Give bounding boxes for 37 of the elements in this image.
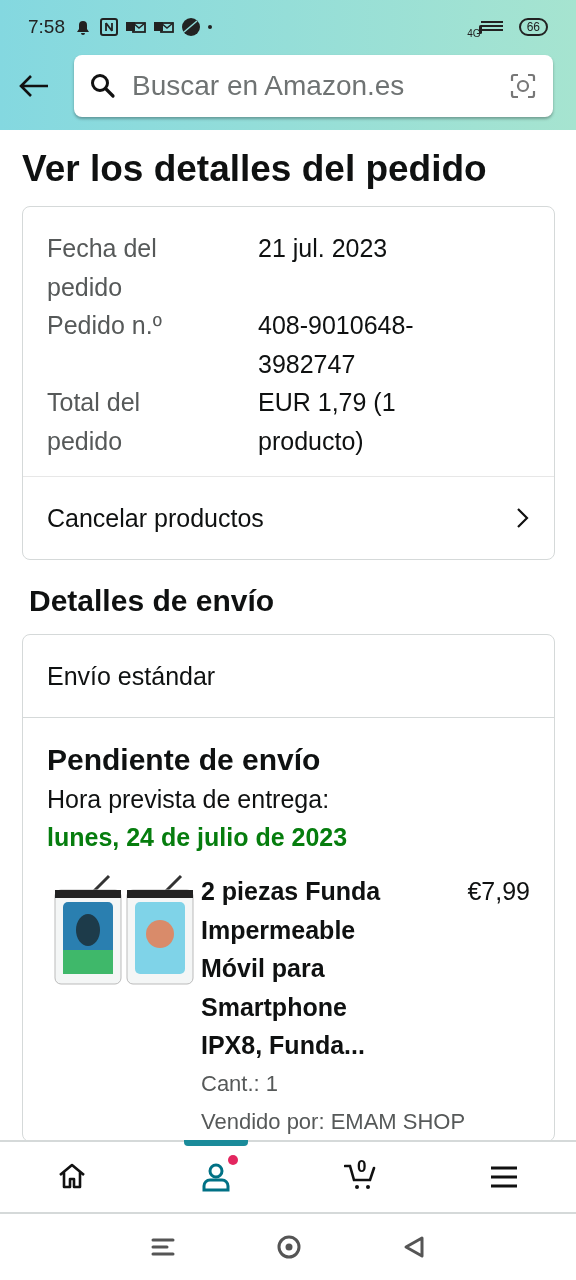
delivery-label: Hora prevista de entrega: [47,784,331,815]
quantity-label: Cant.: 1 [201,1069,280,1098]
recent-apps-icon[interactable] [150,1236,176,1258]
status-time: 7:58 [28,16,65,38]
field-value: 21 jul. 2023 [258,233,389,264]
section-heading: Detalles de envío [29,584,276,618]
nfc-icon [99,17,119,37]
signal-icon [478,20,505,34]
shipping-method: Envío estándar [23,635,554,718]
field-value: 408-9010648-3982747 [258,310,415,380]
field-value: EUR 1,79 (1 producto) [258,387,397,457]
delivery-date: lunes, 24 de julio de 2023 [47,822,349,853]
search-icon [90,73,116,99]
seller-label: Vendido por: EMAM SHOP [201,1107,467,1136]
camera-scan-icon[interactable] [509,72,537,100]
shipment-status: Pendiente de envío [47,742,322,778]
active-indicator [184,1140,248,1146]
product-price: €7,99 [467,876,530,907]
globe-icon [181,17,201,37]
product-title[interactable]: 2 piezas Funda Impermeable Móvil para Smartphone IPX8, Funda... [201,872,401,1065]
search-bar[interactable]: Buscar en Amazon.es [74,55,553,117]
field-label: Fecha del pedido [47,233,158,303]
page-title: Ver los detalles del pedido [22,148,488,190]
field-label: Pedido n.º [47,310,163,341]
nav-tab[interactable]: 0 [288,1142,432,1212]
cancel-products-link[interactable]: Cancelar productos [23,476,554,559]
battery-indicator: 66 [518,18,548,36]
cart-count: 0 [357,1157,367,1177]
network-label: 4G [467,27,481,39]
home-circle-icon[interactable] [276,1234,302,1260]
dot-icon [207,24,213,30]
chevron-right-icon [516,507,530,529]
search-field[interactable]: Buscar en Amazon.es [130,69,495,103]
person-icon [200,1161,232,1193]
back-arrow-icon[interactable] [18,74,50,98]
back-triangle-icon[interactable] [402,1235,426,1259]
field-label: Total del pedido [47,387,142,457]
